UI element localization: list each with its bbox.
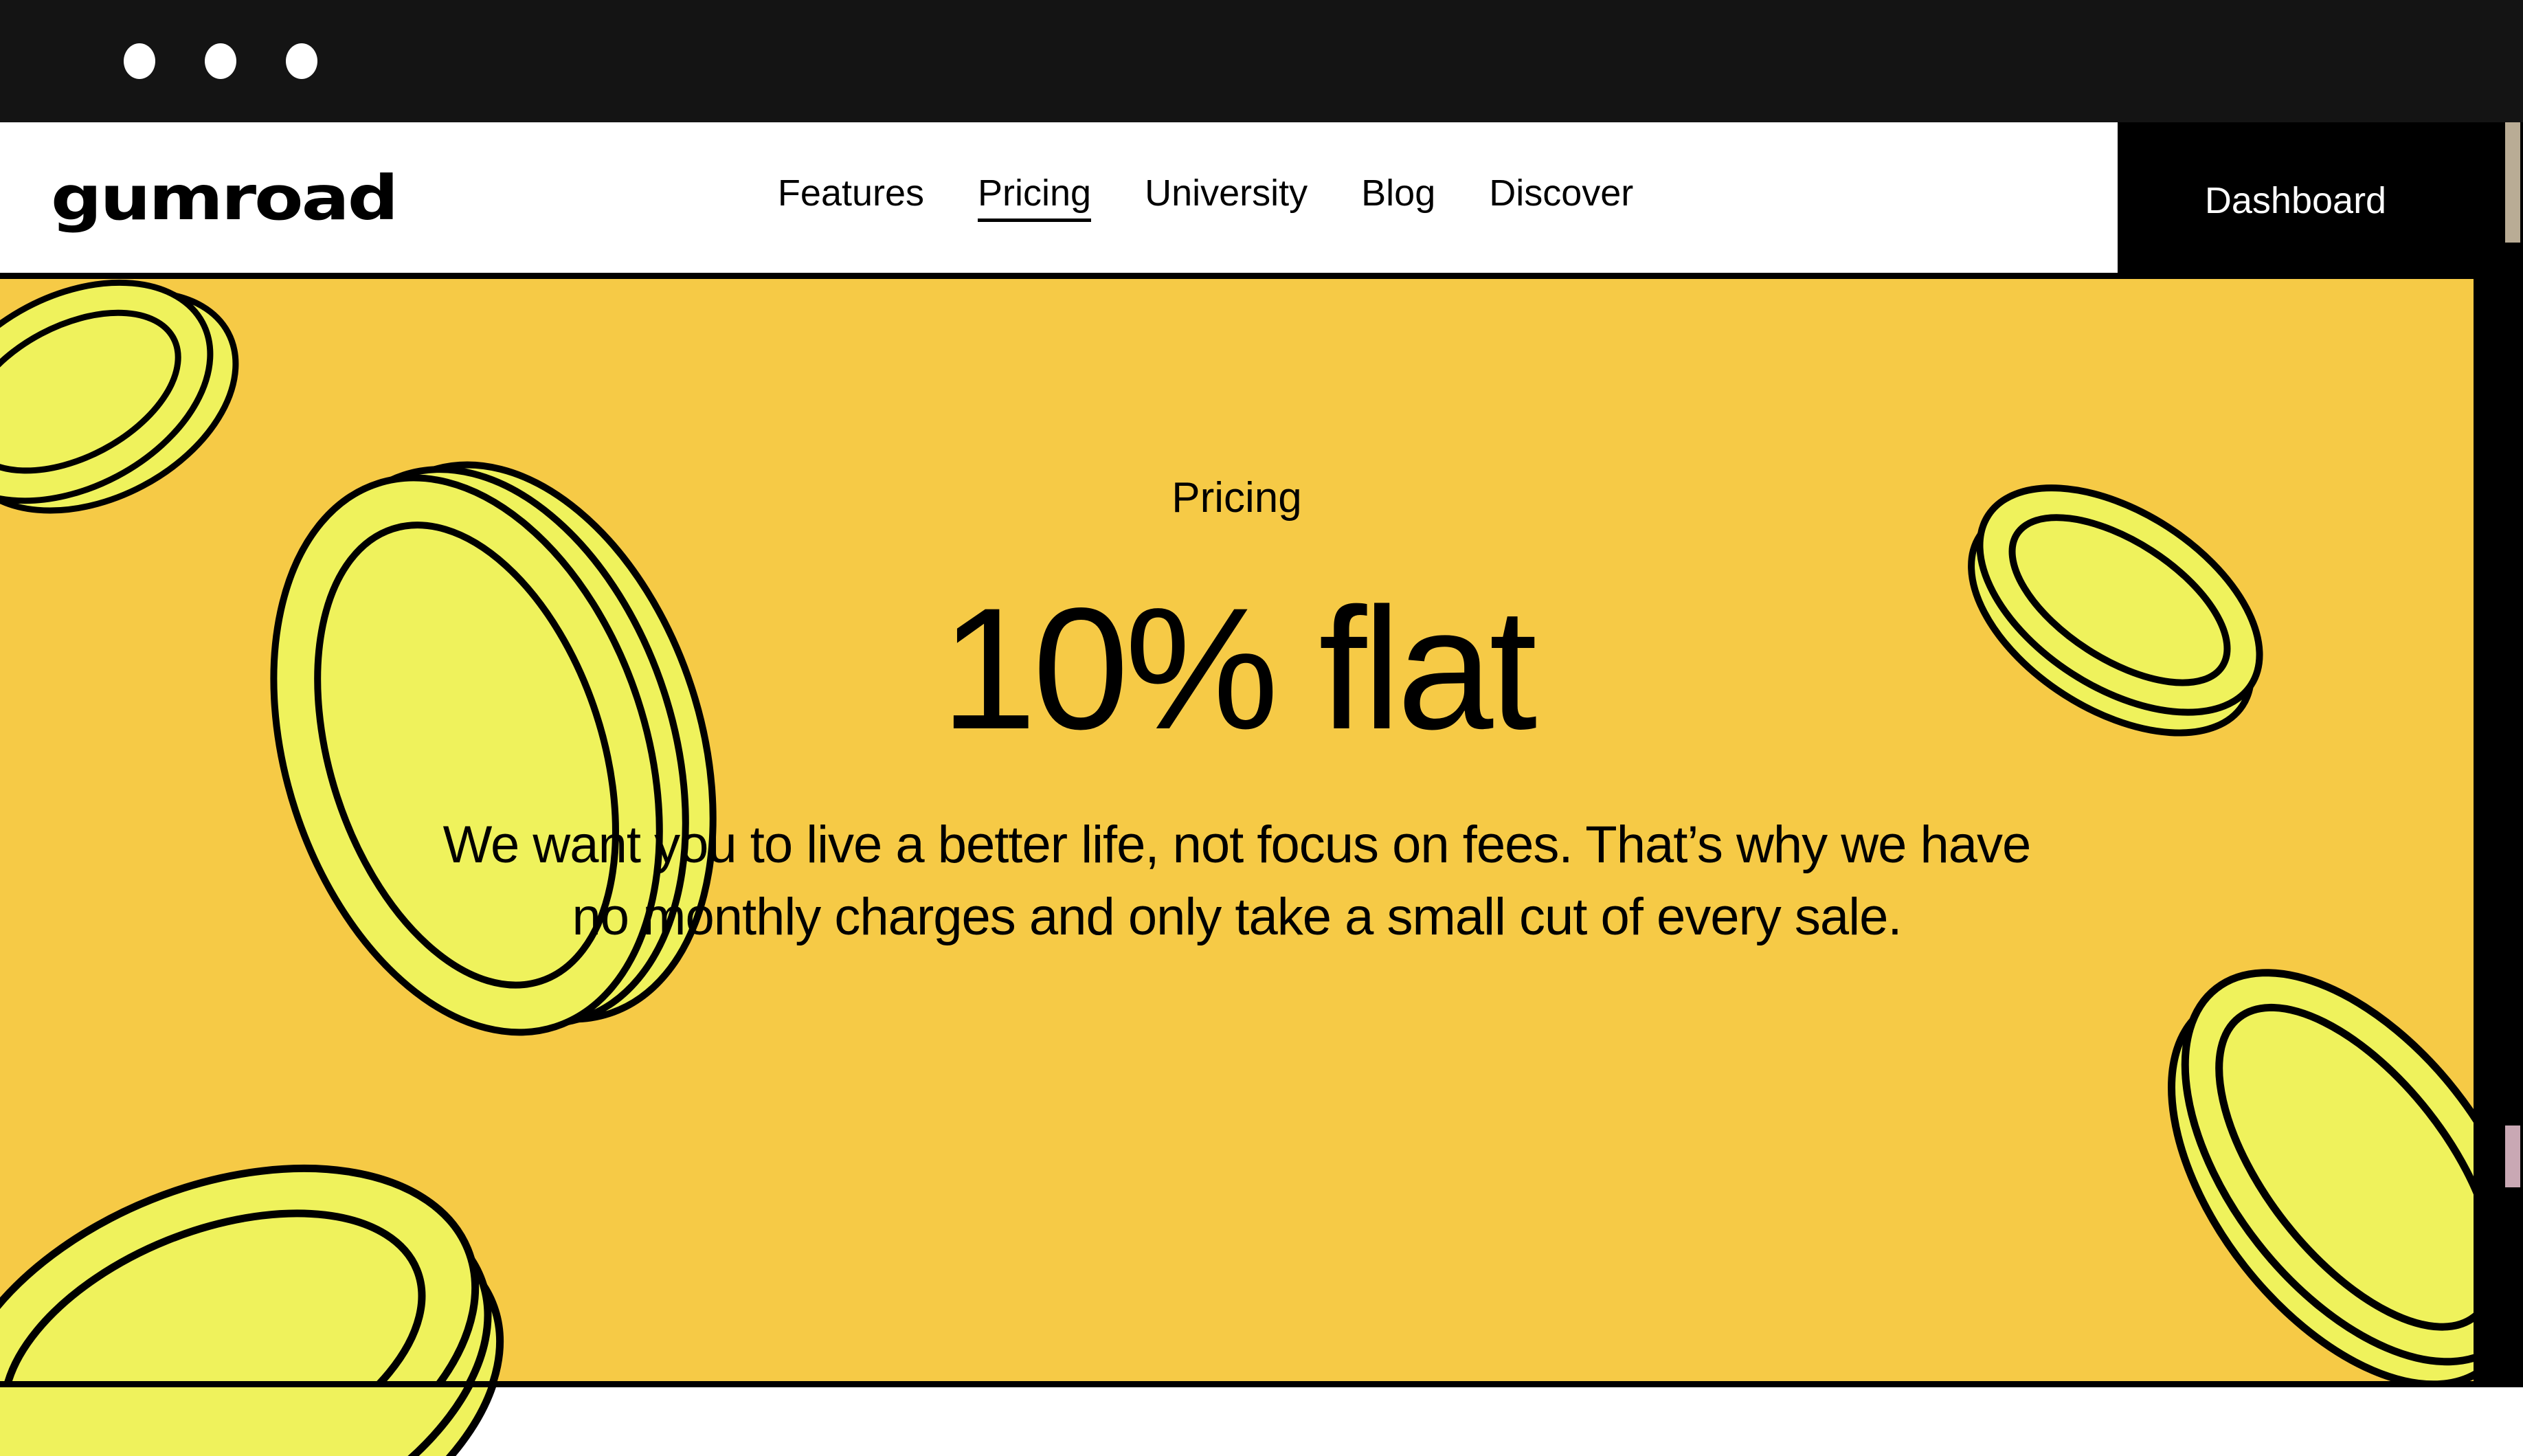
below-hero-section <box>0 1387 2474 1456</box>
window-dot-close-icon[interactable] <box>124 43 155 79</box>
hero-section: Pricing 10% flat We want you to live a b… <box>0 279 2474 1387</box>
window-right-edge <box>2474 122 2523 1456</box>
hero-eyebrow: Pricing <box>1171 474 1302 522</box>
hero-title: 10% flat <box>940 572 1538 765</box>
main-navigation: Features Pricing University Blog Discove… <box>293 122 2118 273</box>
nav-link-features[interactable]: Features <box>778 172 924 221</box>
nav-link-pricing[interactable]: Pricing <box>978 172 1092 222</box>
coin-below-hero <box>1137 1424 1584 1456</box>
hero-subtitle: We want you to live a better life, not f… <box>442 816 2032 946</box>
dashboard-button[interactable]: Dashboard <box>2118 122 2474 279</box>
browser-window: gumroad Features Pricing University Blog… <box>0 0 2523 1456</box>
gumroad-logo[interactable]: gumroad <box>51 167 399 228</box>
site-header: gumroad Features Pricing University Blog… <box>0 122 2474 279</box>
nav-link-university[interactable]: University <box>1145 172 1308 221</box>
window-titlebar <box>0 0 2523 122</box>
nav-link-blog[interactable]: Blog <box>1361 172 1435 221</box>
window-edge-bottom <box>2474 1387 2523 1456</box>
scrollbar-marker[interactable] <box>2505 1125 2520 1187</box>
window-dot-maximize-icon[interactable] <box>286 43 317 79</box>
window-dot-minimize-icon[interactable] <box>205 43 236 79</box>
scrollbar-thumb[interactable] <box>2505 122 2520 243</box>
below-hero-coin-layer <box>0 1387 2474 1456</box>
hero-content: Pricing 10% flat We want you to live a b… <box>0 279 2474 1381</box>
nav-link-discover[interactable]: Discover <box>1489 172 1633 221</box>
